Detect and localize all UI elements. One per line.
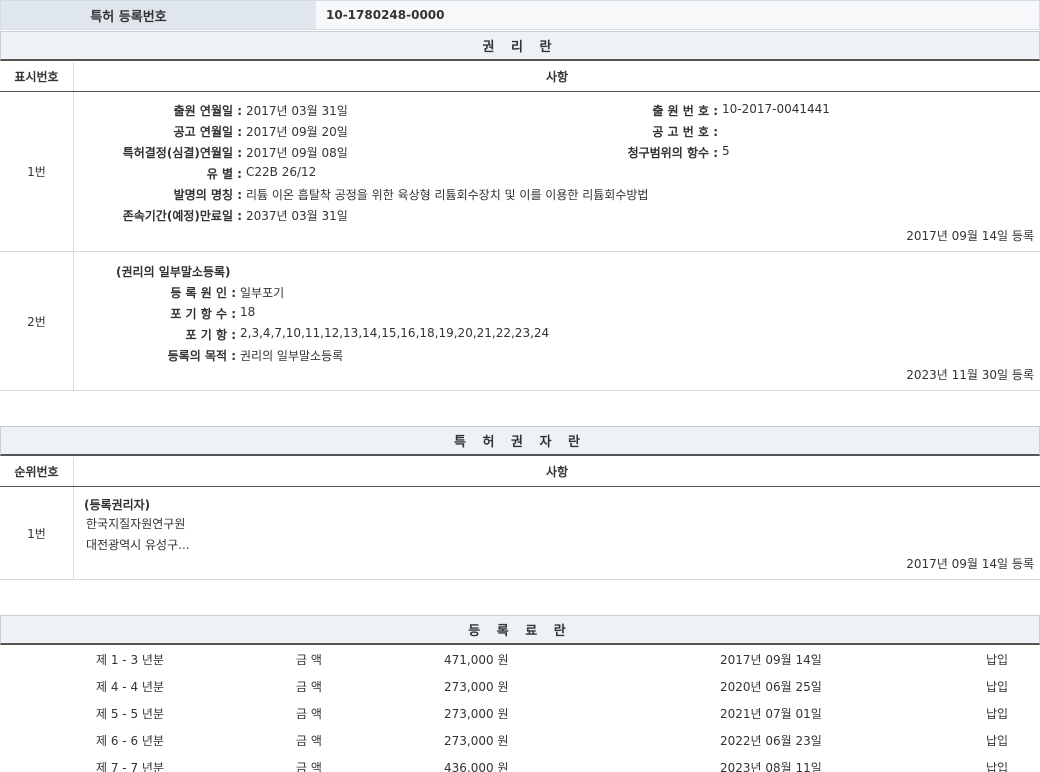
registration-number-label: 특허 등록번호 <box>1 1 316 29</box>
rights-section-title: 권 리 란 <box>0 31 1040 61</box>
fee-date: 2017년 09월 14일 <box>720 651 822 668</box>
holders-row-1-registered: 2017년 09월 14일 등록 <box>906 555 1034 572</box>
fee-amount-label: 금 액 <box>296 732 322 749</box>
fee-amount-label: 금 액 <box>296 651 322 668</box>
fee-amount: 471,000 원 <box>444 651 508 668</box>
registration-purpose-label: 등록의 목적 : <box>168 347 236 364</box>
holder-name: 한국지질자원연구원 <box>86 515 185 532</box>
rights-row-2-registered: 2023년 11월 30일 등록 <box>906 366 1034 383</box>
fee-date: 2021년 07월 01일 <box>720 705 822 722</box>
waived-items-value: 2,3,4,7,10,11,12,13,14,15,16,18,19,20,21… <box>240 326 549 340</box>
publication-date-value: 2017년 09월 20일 <box>246 123 348 140</box>
classification-label: 유 별 : <box>207 165 242 182</box>
fee-status: 납입 <box>986 759 1008 772</box>
waived-count-value: 18 <box>240 305 255 319</box>
claims-count-value: 5 <box>722 144 730 158</box>
fee-row: 제 7 - 7 년분 금 액 436,000 원 2023년 08월 11일 납… <box>0 753 1040 772</box>
rights-col-item: 사항 <box>74 62 1040 91</box>
rights-row-1: 1번 출원 연월일 : 2017년 03월 31일 출 원 번 호 : 10-2… <box>0 92 1040 252</box>
fee-status: 납입 <box>986 732 1008 749</box>
holder-heading: (등록권리자) <box>84 496 150 513</box>
partial-cancel-heading: (권리의 일부말소등록) <box>116 263 231 280</box>
holders-row-1: 1번 (등록권리자) 한국지질자원연구원 대전광역시 유성구... 2017년 … <box>0 487 1040 580</box>
registration-cause-value: 일부포기 <box>240 284 284 301</box>
waived-count-label: 포 기 항 수 : <box>170 305 236 322</box>
fee-amount: 436,000 원 <box>444 759 508 772</box>
fee-row: 제 4 - 4 년분 금 액 273,000 원 2020년 06월 25일 납… <box>0 672 1040 699</box>
registration-cause-label: 등 록 원 인 : <box>170 284 236 301</box>
fee-amount-label: 금 액 <box>296 678 322 695</box>
invention-title-value: 리튬 이온 흡탈착 공정을 위한 육상형 리튬회수장치 및 이를 이용한 리튬회… <box>246 186 648 203</box>
holders-column-header: 순위번호 사항 <box>0 457 1040 487</box>
claims-count-label: 청구범위의 항수 : <box>628 144 718 161</box>
decision-date-label: 특허결정(심결)연월일 : <box>123 144 242 161</box>
rights-row-2: 2번 (권리의 일부말소등록) 등 록 원 인 : 일부포기 포 기 항 수 :… <box>0 252 1040 391</box>
invention-title-label: 발명의 명칭 : <box>174 186 242 203</box>
publication-date-label: 공고 연월일 : <box>174 123 242 140</box>
fee-status: 납입 <box>986 651 1008 668</box>
fee-row: 제 1 - 3 년분 금 액 471,000 원 2017년 09월 14일 납… <box>0 645 1040 672</box>
fee-amount: 273,000 원 <box>444 705 508 722</box>
publication-number-label: 공 고 번 호 : <box>652 123 718 140</box>
holders-col-item: 사항 <box>74 457 1040 486</box>
filing-date-value: 2017년 03월 31일 <box>246 102 348 119</box>
fee-status: 납입 <box>986 705 1008 722</box>
decision-date-value: 2017년 09월 08일 <box>246 144 348 161</box>
holders-section-title: 특 허 권 자 란 <box>0 426 1040 456</box>
registration-number-row: 특허 등록번호 10-1780248-0000 <box>0 0 1040 30</box>
expiry-date-value: 2037년 03월 31일 <box>246 207 348 224</box>
fees-section-title: 등 록 료 란 <box>0 615 1040 645</box>
fee-period: 제 4 - 4 년분 <box>96 678 164 695</box>
fee-status: 납입 <box>986 678 1008 695</box>
fee-amount: 273,000 원 <box>444 678 508 695</box>
holders-col-num: 순위번호 <box>0 457 74 486</box>
fee-period: 제 5 - 5 년분 <box>96 705 164 722</box>
fee-period: 제 1 - 3 년분 <box>96 651 164 668</box>
rights-col-num: 표시번호 <box>0 62 74 91</box>
fee-date: 2022년 06월 23일 <box>720 732 822 749</box>
fee-amount-label: 금 액 <box>296 759 322 772</box>
rights-row-2-num: 2번 <box>0 252 74 390</box>
holder-address: 대전광역시 유성구... <box>86 536 190 553</box>
fee-amount-label: 금 액 <box>296 705 322 722</box>
classification-value: C22B 26/12 <box>246 165 316 179</box>
filing-number-value: 10-2017-0041441 <box>722 102 830 116</box>
fee-period: 제 6 - 6 년분 <box>96 732 164 749</box>
fee-row: 제 5 - 5 년분 금 액 273,000 원 2021년 07월 01일 납… <box>0 699 1040 726</box>
registration-number-value: 10-1780248-0000 <box>316 1 1039 29</box>
fee-date: 2020년 06월 25일 <box>720 678 822 695</box>
waived-items-label: 포 기 항 : <box>186 326 236 343</box>
registration-purpose-value: 권리의 일부말소등록 <box>240 347 343 364</box>
holders-row-1-num: 1번 <box>0 487 74 579</box>
fee-period: 제 7 - 7 년분 <box>96 759 164 772</box>
rights-row-1-registered: 2017년 09월 14일 등록 <box>906 227 1034 244</box>
expiry-date-label: 존속기간(예정)만료일 : <box>123 207 242 224</box>
rights-column-header: 표시번호 사항 <box>0 62 1040 92</box>
fee-row: 제 6 - 6 년분 금 액 273,000 원 2022년 06월 23일 납… <box>0 726 1040 753</box>
fee-date: 2023년 08월 11일 <box>720 759 822 772</box>
fee-amount: 273,000 원 <box>444 732 508 749</box>
filing-date-label: 출원 연월일 : <box>174 102 242 119</box>
filing-number-label: 출 원 번 호 : <box>652 102 718 119</box>
rights-row-1-num: 1번 <box>0 92 74 251</box>
